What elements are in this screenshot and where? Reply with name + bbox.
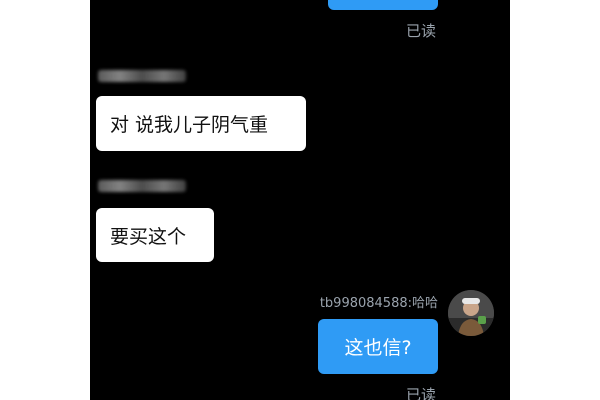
user-avatar[interactable] (448, 290, 494, 336)
read-receipt: 已读 (406, 386, 437, 400)
sender-name: tb998084588:哈哈 (319, 296, 438, 311)
received-message-text: 要买这个 (110, 225, 187, 248)
sent-message-bubble[interactable]: 这也信? (318, 319, 438, 374)
blurred-sender-name (98, 70, 186, 82)
avatar-photo-icon (448, 290, 494, 336)
received-message-bubble[interactable]: 对 说我儿子阴气重 (96, 96, 306, 151)
received-message-bubble[interactable]: 要买这个 (96, 208, 214, 262)
blurred-sender-name (98, 180, 186, 192)
read-receipt: 已读 (406, 22, 437, 40)
chat-window: 已读 对 说我儿子阴气重 要买这个 tb998084588:哈哈 这也信? 已读 (90, 0, 510, 400)
sent-message-text: 这也信? (344, 337, 412, 359)
received-message-text: 对 说我儿子阴气重 (110, 114, 269, 136)
sent-message-bubble[interactable] (328, 0, 438, 10)
